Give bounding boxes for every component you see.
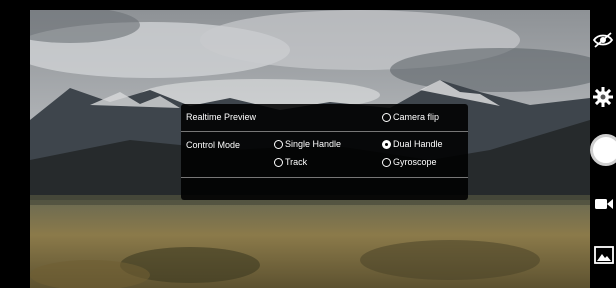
track-label: Track bbox=[285, 157, 308, 167]
realtime-preview-label: Realtime Preview bbox=[186, 112, 257, 122]
track-option[interactable]: Track bbox=[274, 157, 307, 167]
gyroscope-radio[interactable] bbox=[382, 157, 391, 167]
camera-flip-radio[interactable] bbox=[382, 112, 391, 122]
eye-slash-icon[interactable] bbox=[592, 30, 614, 50]
dual-handle-radio[interactable] bbox=[382, 139, 391, 149]
settings-dialog: Realtime Preview Camera flip Control Mod… bbox=[181, 104, 468, 200]
single-handle-label: Single Handle bbox=[285, 139, 342, 149]
control-mode-label: Control Mode bbox=[186, 140, 241, 150]
realtime-preview-row: Realtime Preview Camera flip bbox=[181, 104, 468, 132]
single-handle-option[interactable]: Single Handle bbox=[274, 139, 341, 149]
gyroscope-option[interactable]: Gyroscope bbox=[382, 157, 437, 167]
camera-flip-label: Camera flip bbox=[393, 112, 440, 122]
video-camera-icon[interactable] bbox=[594, 196, 614, 212]
gallery-icon[interactable] bbox=[594, 246, 614, 264]
track-radio[interactable] bbox=[274, 157, 283, 167]
single-handle-radio[interactable] bbox=[274, 139, 283, 149]
dual-handle-label: Dual Handle bbox=[393, 139, 443, 149]
gyroscope-label: Gyroscope bbox=[393, 157, 437, 167]
camera-screen: Realtime Preview Camera flip Control Mod… bbox=[0, 0, 616, 288]
control-mode-row: Control Mode Single Handle Dual Handle T… bbox=[181, 132, 468, 178]
shutter-button[interactable] bbox=[590, 134, 616, 166]
left-black-bar bbox=[0, 0, 30, 288]
dual-handle-option[interactable]: Dual Handle bbox=[382, 139, 443, 149]
camera-flip-option[interactable]: Camera flip bbox=[382, 112, 439, 122]
gear-icon[interactable] bbox=[592, 86, 614, 108]
